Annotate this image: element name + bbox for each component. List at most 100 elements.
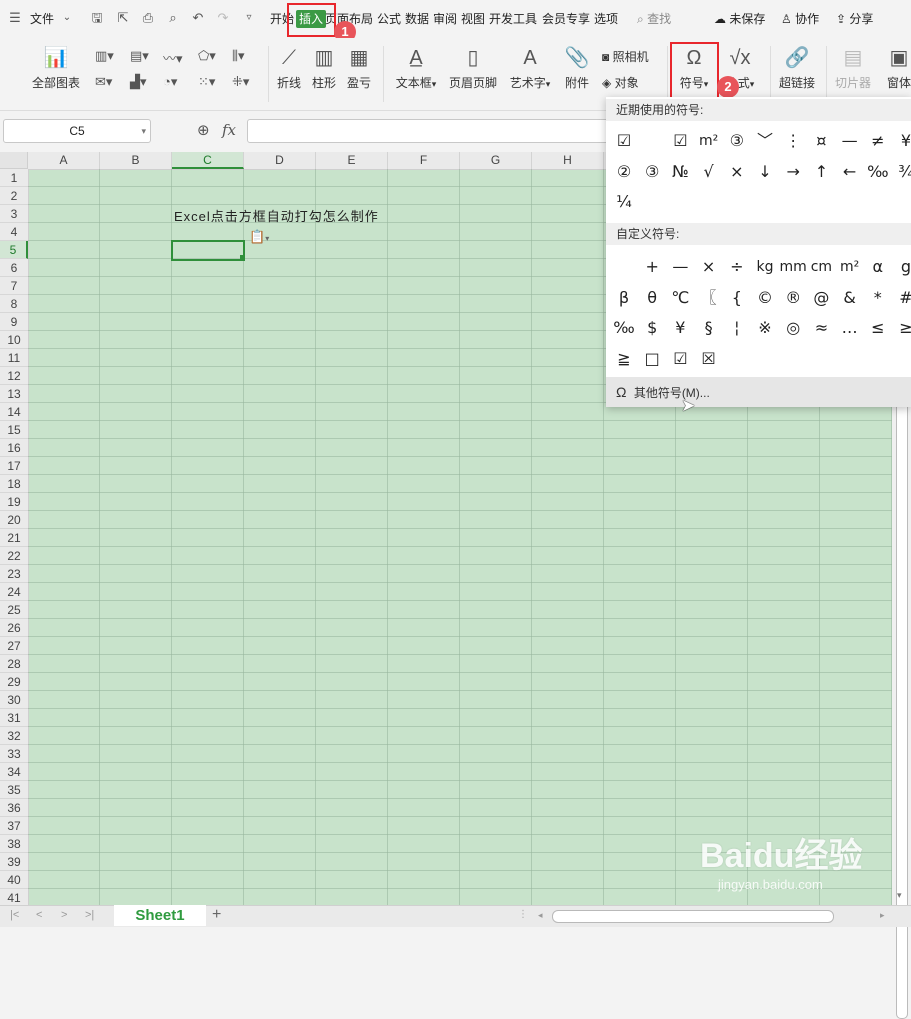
row-header-13[interactable]: 13 (0, 385, 28, 403)
row-header-9[interactable]: 9 (0, 313, 28, 331)
object-button[interactable]: ◈ 对象 (602, 74, 639, 91)
more-symbols-button[interactable]: Ω 其他符号(M)... (606, 377, 911, 407)
row-header-5[interactable]: 5 (0, 241, 28, 259)
collab-button[interactable]: ♙ 协作 (781, 10, 819, 28)
row-header-28[interactable]: 28 (0, 655, 28, 673)
recent-symbol-18[interactable]: ↑ (807, 158, 835, 186)
custom-symbol-30[interactable]: … (836, 314, 864, 342)
column-header-d[interactable]: D (244, 152, 316, 169)
row-header-22[interactable]: 22 (0, 547, 28, 565)
custom-symbol-29[interactable]: ≈ (807, 314, 835, 342)
recent-symbol-19[interactable]: ← (836, 158, 864, 186)
recent-symbol-6[interactable]: ⋮ (779, 127, 807, 155)
row-header-20[interactable]: 20 (0, 511, 28, 529)
row-header-24[interactable]: 24 (0, 583, 28, 601)
custom-symbol-9[interactable]: α (864, 253, 892, 281)
row-header-8[interactable]: 8 (0, 295, 28, 313)
tab-options[interactable]: 选项 (594, 10, 618, 28)
row-header-23[interactable]: 23 (0, 565, 28, 583)
row-header-21[interactable]: 21 (0, 529, 28, 547)
select-all-corner[interactable] (0, 152, 28, 169)
attachment-button[interactable]: 📎 附件 (562, 46, 592, 91)
row-header-40[interactable]: 40 (0, 871, 28, 889)
print-preview-icon[interactable]: ⌕ (164, 9, 182, 27)
wordart-button[interactable]: A 艺术字▾ (506, 46, 554, 91)
custom-symbol-11[interactable]: β (610, 284, 638, 312)
next-sheet-icon[interactable]: > (61, 909, 67, 921)
radar-chart-icon[interactable]: ⬠▾ (198, 48, 216, 64)
tab-view[interactable]: 视图 (461, 10, 485, 28)
row-header-38[interactable]: 38 (0, 835, 28, 853)
recent-symbol-7[interactable]: ¤ (807, 127, 835, 155)
last-sheet-icon[interactable]: >| (85, 909, 94, 921)
prev-sheet-icon[interactable]: < (36, 909, 42, 921)
custom-symbol-31[interactable]: ≤ (864, 314, 892, 342)
add-sheet-icon[interactable]: + (212, 906, 221, 924)
row-header-17[interactable]: 17 (0, 457, 28, 475)
custom-symbol-8[interactable]: m² (836, 253, 864, 281)
custom-symbol-23[interactable]: $ (638, 314, 666, 342)
redo-icon[interactable]: ↷ (214, 9, 232, 27)
cell-c3[interactable]: Excel点击方框自动打勾怎么制作 (174, 206, 379, 225)
custom-symbol-5[interactable]: kg (751, 253, 779, 281)
chevron-down-icon[interactable]: ▾ (141, 120, 146, 142)
recent-symbol-14[interactable]: √ (695, 158, 723, 186)
row-header-1[interactable]: 1 (0, 169, 28, 187)
custom-symbol-24[interactable]: ¥ (666, 314, 694, 342)
row-header-15[interactable]: 15 (0, 421, 28, 439)
recent-symbol-5[interactable]: ﹀ (751, 127, 779, 155)
recent-symbol-15[interactable]: × (723, 158, 751, 186)
recent-symbol-11[interactable]: ② (610, 158, 638, 186)
custom-symbol-36[interactable]: ☒ (695, 345, 723, 373)
sparkline-line-button[interactable]: ⟋ 折线 (274, 46, 304, 91)
column-chart-icon[interactable]: ▥▾ (95, 48, 114, 64)
tab-formulas[interactable]: 公式 (377, 10, 401, 28)
print-icon[interactable]: ⎙ (139, 9, 157, 27)
row-header-11[interactable]: 11 (0, 349, 28, 367)
row-header-31[interactable]: 31 (0, 709, 28, 727)
other-chart-icon[interactable]: ⁜▾ (232, 74, 249, 90)
chevron-down-icon[interactable]: ⌄ (58, 9, 76, 27)
horizontal-scroll-thumb[interactable] (552, 910, 834, 923)
scroll-right-icon[interactable]: ▸ (880, 910, 885, 921)
row-header-29[interactable]: 29 (0, 673, 28, 691)
custom-symbol-14[interactable]: 〖 (695, 284, 723, 312)
row-header-33[interactable]: 33 (0, 745, 28, 763)
custom-symbol-22[interactable]: ‰ (610, 314, 638, 342)
sheet-tab-sheet1[interactable]: Sheet1 (114, 905, 206, 926)
paste-options-icon[interactable]: 📋▾ (249, 229, 269, 245)
tab-data[interactable]: 数据 (405, 10, 429, 28)
recent-symbol-8[interactable]: — (836, 127, 864, 155)
scatter-chart-icon[interactable]: ⁙▾ (198, 74, 215, 90)
row-header-19[interactable]: 19 (0, 493, 28, 511)
save-icon[interactable]: 🖫 (88, 9, 106, 27)
recent-symbol-10[interactable]: ¥ (892, 127, 911, 155)
column-header-b[interactable]: B (100, 152, 172, 169)
custom-symbol-25[interactable]: § (695, 314, 723, 342)
header-footer-button[interactable]: ▯ 页眉页脚 (446, 46, 500, 91)
row-header-37[interactable]: 37 (0, 817, 28, 835)
custom-symbol-0[interactable] (610, 253, 638, 281)
unsaved-button[interactable]: ☁ 未保存 (714, 10, 765, 28)
column-header-h[interactable]: H (532, 152, 604, 169)
recent-symbol-13[interactable]: № (666, 158, 694, 186)
undo-icon[interactable]: ↶ (189, 9, 207, 27)
row-header-27[interactable]: 27 (0, 637, 28, 655)
custom-symbol-3[interactable]: × (695, 253, 723, 281)
row-header-34[interactable]: 34 (0, 763, 28, 781)
all-charts-button[interactable]: 📊 全部图表 (26, 46, 86, 91)
scroll-down-icon[interactable]: ▾ (897, 890, 902, 901)
fill-handle[interactable] (240, 255, 245, 260)
custom-symbol-6[interactable]: mm (779, 253, 807, 281)
more-icon[interactable]: ▿ (240, 9, 258, 27)
custom-symbol-27[interactable]: ※ (751, 314, 779, 342)
custom-symbol-4[interactable]: ÷ (723, 253, 751, 281)
line-chart-icon[interactable]: 〰▾ (163, 48, 183, 67)
recent-symbol-9[interactable]: ≠ (864, 127, 892, 155)
recent-symbol-12[interactable]: ③ (638, 158, 666, 186)
row-header-16[interactable]: 16 (0, 439, 28, 457)
sparkline-winloss-button[interactable]: ▦ 盈亏 (344, 46, 374, 91)
row-header-14[interactable]: 14 (0, 403, 28, 421)
custom-symbol-35[interactable]: ☑ (666, 345, 694, 373)
column-header-a[interactable]: A (28, 152, 100, 169)
